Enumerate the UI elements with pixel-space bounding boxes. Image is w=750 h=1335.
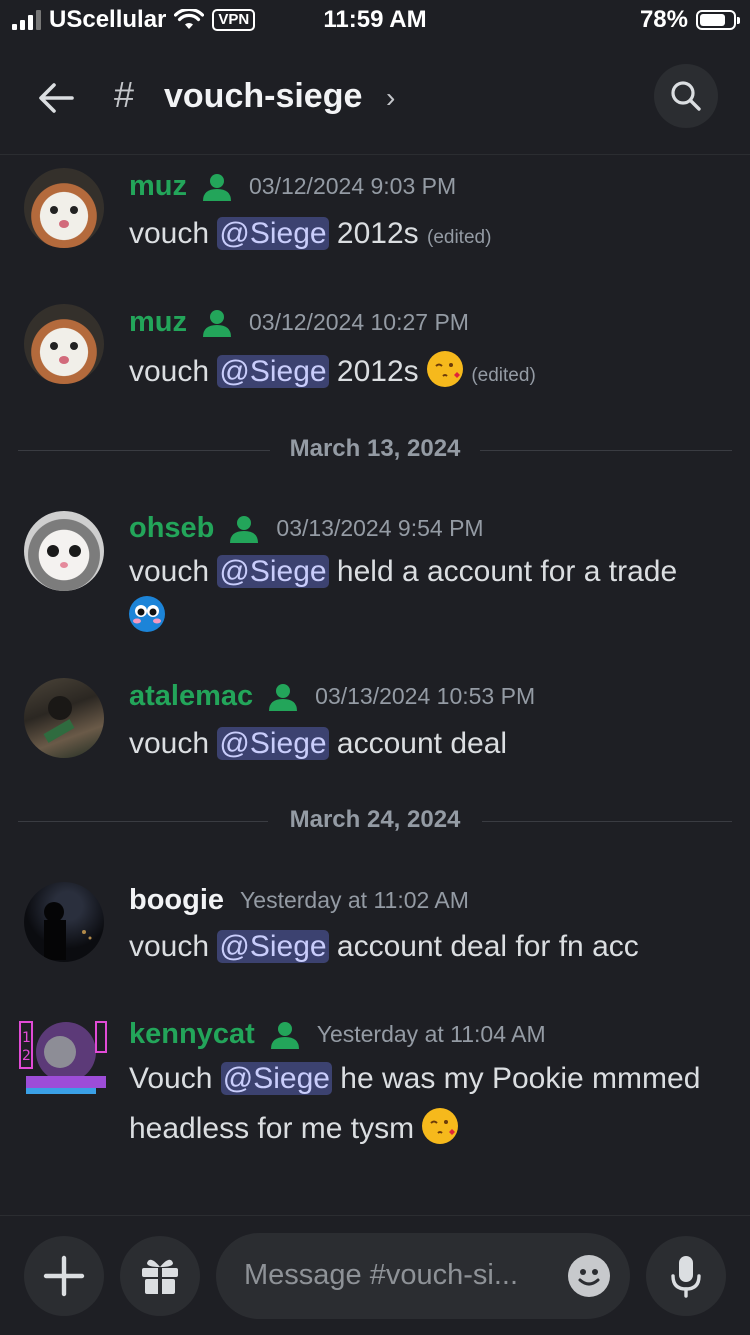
- battery-icon: [696, 10, 740, 30]
- message-text: vouch: [129, 930, 218, 963]
- member-icon: [270, 1021, 299, 1049]
- username[interactable]: kennycat: [129, 1018, 255, 1051]
- username[interactable]: muz: [129, 170, 187, 203]
- status-bar: UScellular VPN 11:59 AM 78%: [0, 0, 750, 44]
- battery-group: 78%: [639, 6, 740, 34]
- kissing-heart-emoji-icon: [427, 351, 463, 387]
- message-text: vouch: [129, 727, 218, 760]
- avatar[interactable]: [24, 304, 104, 384]
- message-text: account deal: [328, 727, 508, 760]
- edited-label: (edited): [471, 365, 536, 386]
- plus-icon: [43, 1255, 85, 1297]
- microphone-icon: [671, 1256, 701, 1298]
- user-mention[interactable]: @Siege: [217, 727, 329, 760]
- message-item[interactable]: boogie Yesterday at 11:02 AM vouch @Sieg…: [0, 880, 750, 980]
- emoji-picker-icon[interactable]: [568, 1255, 610, 1297]
- message-text: vouch: [129, 555, 218, 588]
- message-text: he was my Pookie mmmed: [331, 1062, 701, 1095]
- avatar[interactable]: [24, 678, 104, 758]
- message-content: vouch @Siege account deal for fn acc: [129, 925, 639, 969]
- gift-icon: [142, 1259, 178, 1294]
- message-text: vouch: [129, 217, 218, 250]
- channel-hash-icon: #: [114, 74, 135, 115]
- message-text: vouch: [129, 355, 218, 388]
- clock: 11:59 AM: [323, 6, 427, 33]
- date-divider-label: March 13, 2024: [289, 435, 461, 462]
- member-icon: [203, 173, 231, 201]
- username[interactable]: muz: [129, 306, 187, 339]
- timestamp: Yesterday at 11:02 AM: [240, 887, 469, 913]
- timestamp: Yesterday at 11:04 AM: [316, 1021, 546, 1047]
- kissing-heart-emoji-icon: [422, 1108, 459, 1144]
- message-text: account deal for fn acc: [328, 930, 639, 963]
- timestamp: 03/12/2024 10:27 PM: [249, 309, 469, 335]
- avatar[interactable]: 1 2: [18, 1018, 108, 1102]
- username[interactable]: atalemac: [129, 680, 253, 713]
- gift-button[interactable]: [120, 1236, 200, 1316]
- voice-message-button[interactable]: [646, 1236, 726, 1316]
- message-text: 2012s: [328, 355, 427, 388]
- message-content: vouch @Siege held a account for a trade: [129, 550, 677, 594]
- channel-name[interactable]: vouch-siege: [164, 77, 362, 116]
- message-content: Vouch @Siege he was my Pookie mmmed: [129, 1057, 700, 1101]
- user-mention[interactable]: @Siege: [220, 1062, 332, 1095]
- date-divider: March 13, 2024: [18, 435, 732, 465]
- username[interactable]: ohseb: [129, 512, 214, 545]
- message-item[interactable]: 1 2 kennycat Yesterday at 11:04 AM Vouch…: [0, 1014, 750, 1164]
- date-divider-label: March 24, 2024: [289, 806, 461, 833]
- edited-label: (edited): [427, 227, 492, 248]
- chevron-right-icon[interactable]: ›: [386, 82, 395, 114]
- user-mention[interactable]: @Siege: [217, 355, 329, 388]
- avatar[interactable]: [24, 168, 104, 248]
- user-mention[interactable]: @Siege: [217, 217, 329, 250]
- username[interactable]: boogie: [129, 884, 224, 917]
- message-content: vouch @Siege 2012s (edited): [129, 350, 536, 398]
- avatar[interactable]: [24, 511, 104, 591]
- timestamp: 03/13/2024 9:54 PM: [276, 515, 484, 541]
- user-mention[interactable]: @Siege: [217, 930, 329, 963]
- message-header: kennycat Yesterday at 11:04 AM: [129, 1018, 546, 1051]
- add-attachment-button[interactable]: [24, 1236, 104, 1316]
- svg-text:2: 2: [22, 1048, 31, 1064]
- pleading-face-emoji-icon: [129, 596, 165, 632]
- date-divider: March 24, 2024: [18, 806, 732, 836]
- back-arrow-icon[interactable]: [36, 78, 76, 118]
- message-item[interactable]: muz 03/12/2024 9:03 PM vouch @Siege 2012…: [0, 166, 750, 266]
- timestamp: 03/12/2024 9:03 PM: [249, 173, 457, 199]
- channel-header: # vouch-siege ›: [0, 44, 750, 155]
- member-icon: [230, 515, 259, 543]
- message-header: muz 03/12/2024 10:27 PM: [129, 306, 469, 339]
- message-text: 2012s: [328, 217, 419, 250]
- svg-text:1: 1: [22, 1030, 31, 1046]
- message-item[interactable]: atalemac 03/13/2024 10:53 PM vouch @Sieg…: [0, 678, 750, 778]
- message-input-placeholder: Message #vouch-si...: [244, 1259, 519, 1291]
- message-item[interactable]: ohseb 03/13/2024 9:54 PM vouch @Siege he…: [0, 508, 750, 638]
- message-content: vouch @Siege 2012s (edited): [129, 212, 491, 260]
- search-icon: [671, 81, 701, 111]
- member-icon: [269, 683, 298, 711]
- member-icon: [203, 309, 231, 337]
- search-button[interactable]: [654, 64, 718, 128]
- battery-percent: 78%: [639, 6, 688, 33]
- message-text: headless for me tysm: [129, 1112, 423, 1145]
- message-header: atalemac 03/13/2024 10:53 PM: [129, 680, 535, 713]
- message-header: boogie Yesterday at 11:02 AM: [129, 884, 469, 917]
- message-content: vouch @Siege account deal: [129, 722, 507, 766]
- message-content-line2: headless for me tysm: [129, 1107, 459, 1151]
- user-mention[interactable]: @Siege: [217, 555, 329, 588]
- message-text: Vouch: [129, 1062, 221, 1095]
- avatar[interactable]: [24, 882, 104, 962]
- composer-bar: Message #vouch-si...: [0, 1215, 750, 1335]
- message-item[interactable]: muz 03/12/2024 10:27 PM vouch @Siege 201…: [0, 302, 750, 402]
- timestamp: 03/13/2024 10:53 PM: [315, 683, 536, 709]
- message-header: muz 03/12/2024 9:03 PM: [129, 170, 456, 203]
- message-text: held a account for a trade: [328, 555, 678, 588]
- message-header: ohseb 03/13/2024 9:54 PM: [129, 512, 484, 545]
- message-input[interactable]: Message #vouch-si...: [216, 1233, 630, 1319]
